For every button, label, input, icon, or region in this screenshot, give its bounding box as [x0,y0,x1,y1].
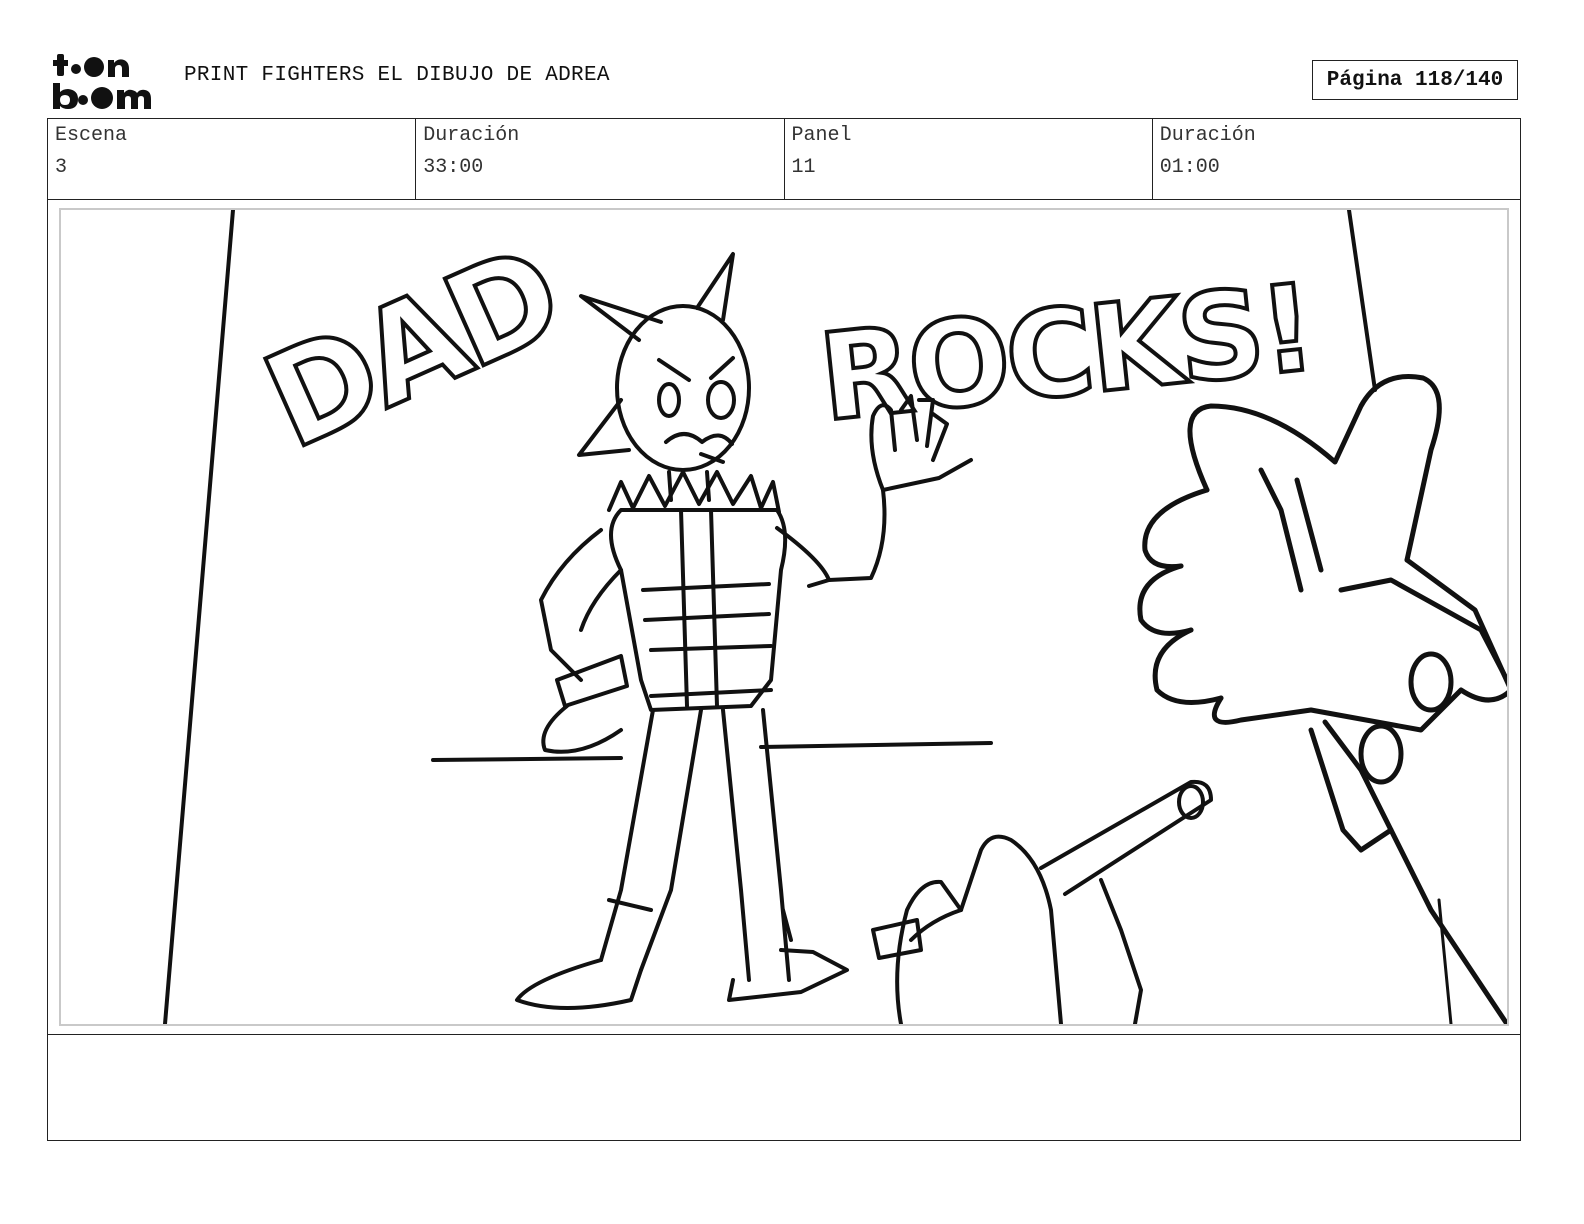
project-title: PRINT FIGHTERS EL DIBUJO DE ADREA [184,64,610,87]
hand-with-marker-sketch [871,779,1213,1024]
panel-info-row: Escena 3 Duración 33:00 Panel 11 Duració… [47,118,1521,200]
storyboard-panel: DAD ROCKS! [59,208,1509,1026]
thumbs-up-hand-sketch [1137,374,1507,1024]
panel-duration-cell: Duración 01:00 [1153,119,1520,199]
scene-cell: Escena 3 [48,119,417,199]
panel-cell: Panel 11 [785,119,1153,199]
panel-duration-value: 01:00 [1159,156,1220,179]
panel-label: Panel [791,124,852,147]
panel-notes-box [47,1034,1521,1141]
sketch-text-rocks: ROCKS! [814,259,1318,449]
toon-boom-logo [50,50,162,112]
scene-label: Escena [55,124,128,147]
panel-value: 11 [791,156,816,179]
logo-icon [53,54,151,109]
scene-duration-value: 33:00 [423,156,484,179]
page-number: Página 118/140 [1312,60,1518,100]
scene-duration-label: Duración [423,124,520,147]
panel-duration-label: Duración [1159,124,1256,147]
sketch-text-dad: DAD [244,218,579,478]
sketch-drawing: DAD ROCKS! [163,210,1507,1024]
scene-duration-cell: Duración 33:00 [416,119,785,199]
scene-value: 3 [55,156,68,179]
